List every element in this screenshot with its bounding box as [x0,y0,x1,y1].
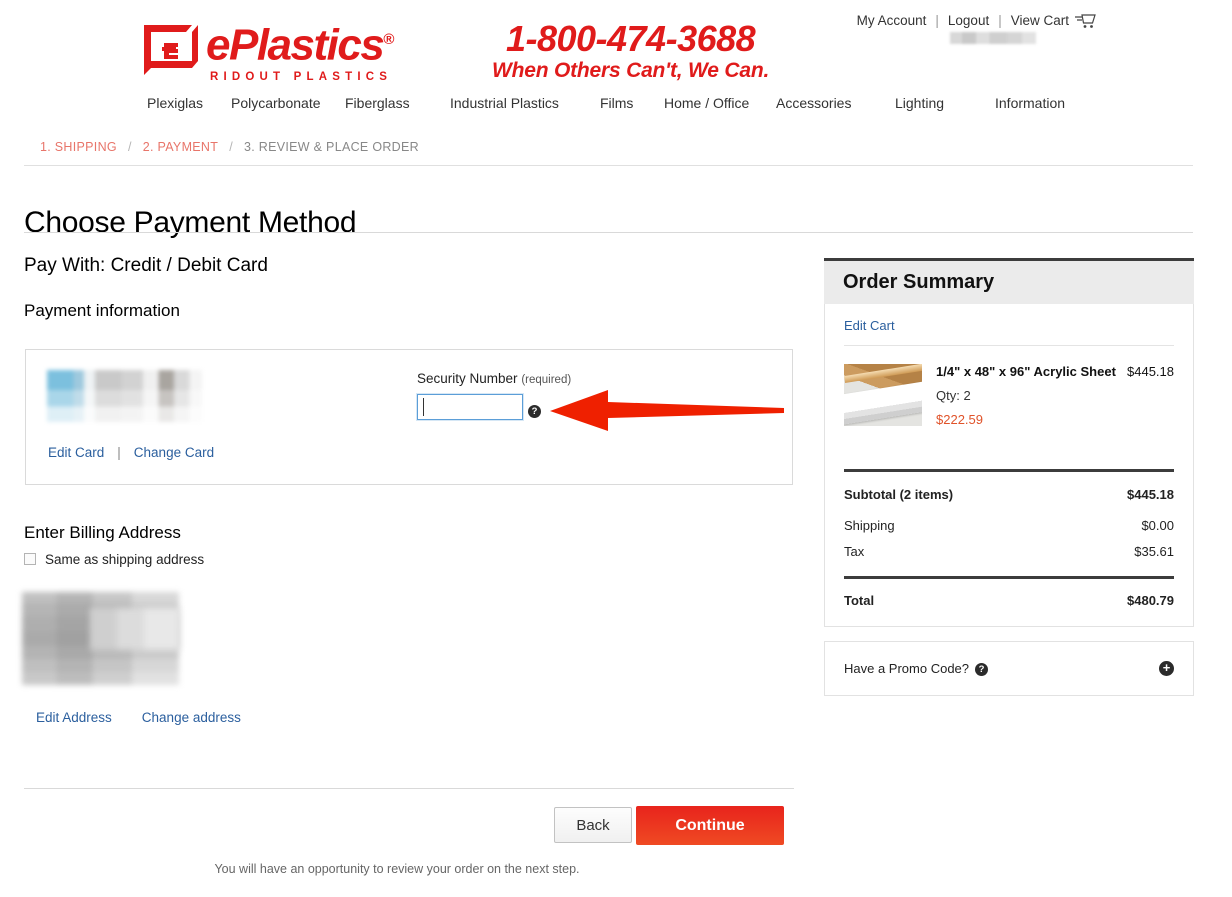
promo-code-row[interactable]: Have a Promo Code?? + [824,641,1194,696]
pay-with-label: Pay With: Credit / Debit Card [24,255,268,276]
my-account-link[interactable]: My Account [857,13,927,28]
security-number-required-note: (required) [521,374,572,386]
logout-link[interactable]: Logout [948,13,989,28]
title-divider [24,232,1193,233]
subtotal-value: $445.18 [1127,487,1174,502]
form-bottom-divider [24,788,794,789]
security-number-input[interactable] [416,393,524,421]
redacted-billing-address-extra [90,608,180,650]
nav-item-fiberglass[interactable]: Fiberglass [345,95,410,111]
card-action-links: Edit Card | Change Card [48,445,214,460]
tax-label: Tax [844,544,865,559]
breadcrumb-separator-1: / [127,140,132,154]
order-summary-panel: Order Summary Edit Cart 1/4" x 48" x 96"… [824,258,1194,696]
subtotal-label: Subtotal (2 items) [844,487,954,502]
nav-item-plexiglas[interactable]: Plexiglas [147,95,203,111]
payment-information-heading: Payment information [24,301,180,320]
grand-total-label: Total [844,593,875,608]
nav-item-lighting[interactable]: Lighting [895,95,944,111]
billing-address-heading: Enter Billing Address [24,523,181,542]
order-item-quantity: Qty: 2 [936,388,971,403]
order-item-info: 1/4" x 48" x 96" Acrylic Sheet $445.18 Q… [936,364,1174,427]
nav-item-home-office[interactable]: Home / Office [664,95,749,111]
promo-code-label-wrap: Have a Promo Code?? [844,661,989,676]
nav-item-accessories[interactable]: Accessories [776,95,851,111]
thumbnail-sheet-shape [844,380,922,426]
order-item-line-total: $445.18 [1127,364,1174,379]
checkout-breadcrumb: 1. SHIPPING / 2. PAYMENT / 3. REVIEW & PLACE… [40,140,419,154]
nav-item-films[interactable]: Films [600,95,633,111]
tax-row: Tax $35.61 [844,544,1174,570]
thumbnail-edge-highlight [844,364,922,383]
breadcrumb-step-shipping[interactable]: 1. SHIPPING [40,140,117,154]
grand-total-row: Total $480.79 [844,579,1174,626]
page-title: Choose Payment Method [24,206,357,240]
brand-name: ePlastics [206,20,385,70]
logo-wordmark: ePlastics® RIDOUT PLASTICS [206,18,394,83]
promo-code-help-icon[interactable]: ? [975,663,989,676]
brand-registered-mark: ® [383,31,394,48]
redacted-card-details [47,370,202,422]
order-item-unit-price: $222.59 [936,412,983,427]
continue-button[interactable]: Continue [636,806,784,845]
security-number-label: Security Number (required) [417,371,571,386]
order-item-name[interactable]: 1/4" x 48" x 96" Acrylic Sheet [936,364,1116,379]
account-separator-2: | [998,13,1002,28]
security-number-label-text: Security Number [417,371,518,386]
header-phone-block: 1-800-474-3688 When Others Can't, We Can… [492,20,769,83]
annotation-arrow-icon [546,388,784,433]
order-item-row: 1/4" x 48" x 96" Acrylic Sheet $445.18 Q… [844,346,1174,427]
change-address-link[interactable]: Change address [142,710,241,725]
order-summary-body: Edit Cart 1/4" x 48" x 96" Acrylic Sheet… [824,304,1194,627]
phone-number[interactable]: 1-800-474-3688 [492,20,769,58]
breadcrumb-step-review: 3. REVIEW & PLACE ORDER [243,140,419,154]
account-separator-1: | [935,13,939,28]
promo-code-expand-icon[interactable]: + [1159,661,1174,676]
security-number-help-icon[interactable]: ? [528,405,541,418]
breadcrumb-separator-2: / [229,140,233,154]
card-links-separator: | [117,445,121,460]
shopping-cart-icon[interactable] [1074,13,1098,32]
shipping-label: Shipping [844,518,895,533]
change-card-link[interactable]: Change Card [134,445,214,460]
same-as-shipping-row[interactable]: Same as shipping address [24,552,204,567]
order-summary-title: Order Summary [843,271,995,293]
brand-subtitle: RIDOUT PLASTICS [210,70,393,83]
checkout-footer-note: You will have an opportunity to review y… [214,862,580,876]
breadcrumb-step-payment[interactable]: 2. PAYMENT [143,140,218,154]
nav-item-polycarbonate[interactable]: Polycarbonate [231,95,321,111]
same-as-shipping-checkbox[interactable] [24,553,36,565]
product-thumbnail-acrylic-sheet[interactable] [844,364,922,426]
shipping-value: $0.00 [1141,518,1174,533]
grand-total-value: $480.79 [1127,593,1174,608]
tax-value: $35.61 [1134,544,1174,559]
edit-cart-row: Edit Cart [844,304,1174,345]
text-cursor [423,398,424,416]
nav-item-industrial-plastics[interactable]: Industrial Plastics [450,95,559,111]
edit-address-link[interactable]: Edit Address [36,710,112,725]
breadcrumb-divider [24,165,1193,166]
address-action-links: Edit Address Change address [36,710,241,725]
site-logo[interactable]: ePlastics® RIDOUT PLASTICS [142,18,394,83]
back-button[interactable]: Back [554,807,632,843]
shipping-row: Shipping $0.00 [844,518,1174,544]
view-cart-link[interactable]: View Cart [1011,13,1069,28]
subtotal-row: Subtotal (2 items) $445.18 [844,472,1174,518]
nav-item-information[interactable]: Information [995,95,1065,111]
account-links: My Account | Logout | View Cart [857,13,1098,32]
phone-tagline: When Others Can't, We Can. [492,59,770,82]
order-item-name-row: 1/4" x 48" x 96" Acrylic Sheet $445.18 [936,364,1174,379]
eplastics-logo-icon [142,22,200,78]
same-as-shipping-label: Same as shipping address [45,552,205,567]
main-navigation: Plexiglas Polycarbonate Fiberglass Indus… [0,95,1232,133]
edit-card-link[interactable]: Edit Card [48,445,104,460]
edit-cart-link[interactable]: Edit Cart [844,318,895,333]
promo-code-label: Have a Promo Code? [844,661,970,676]
redacted-username [950,32,1036,44]
order-summary-header: Order Summary [824,258,1194,304]
site-header: ePlastics® RIDOUT PLASTICS 1-800-474-368… [0,0,1232,95]
checkout-payment-page: ePlastics® RIDOUT PLASTICS 1-800-474-368… [0,0,1232,897]
